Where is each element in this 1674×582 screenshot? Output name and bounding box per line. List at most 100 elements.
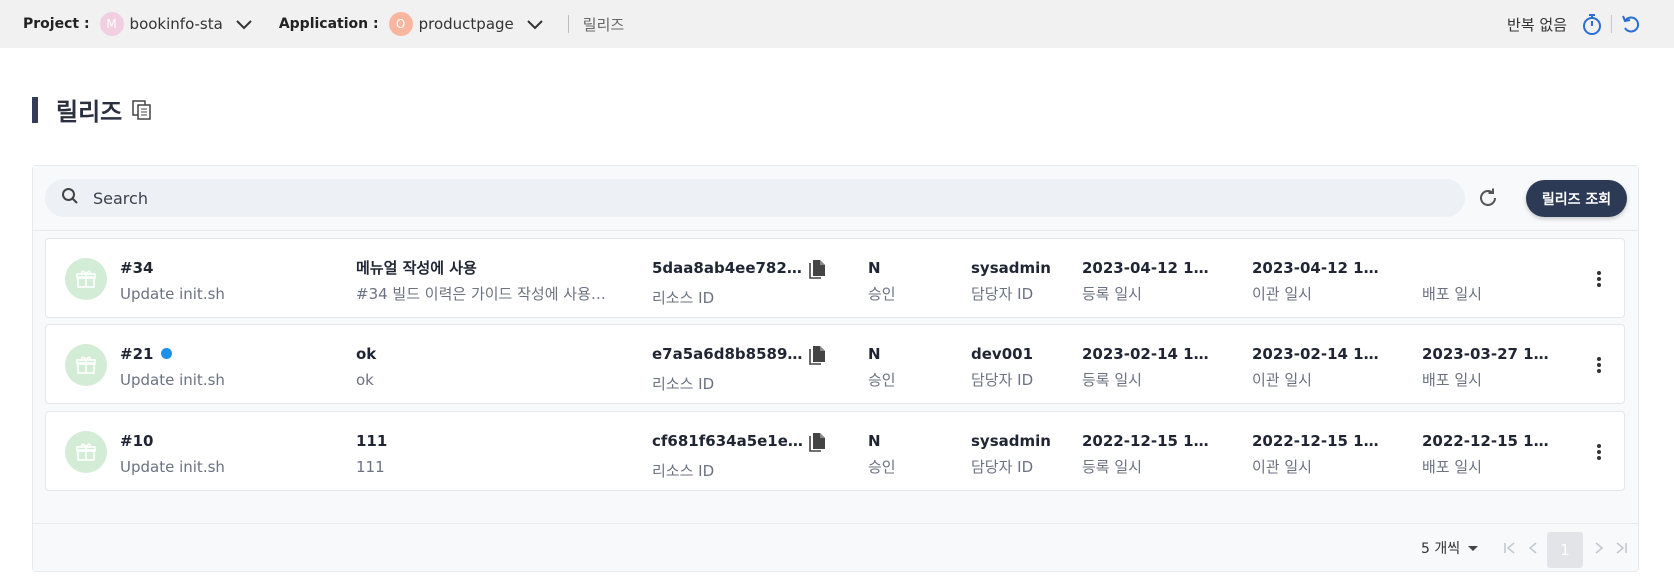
repeat-setting[interactable]: 반복 없음 — [1507, 14, 1567, 35]
copy-icon[interactable] — [806, 344, 828, 368]
project-select[interactable]: bookinfo-sta — [130, 15, 223, 33]
search-input[interactable] — [93, 188, 1393, 208]
project-avatar: M — [99, 12, 124, 36]
transferred-date: 2023-02-14 16:0··· — [1252, 345, 1387, 363]
resource-id-cell: e7a5a6d8b8589ebb··· 리소스 ID — [652, 343, 827, 395]
transferred-label: 이관 일시 — [1252, 371, 1312, 389]
release-number[interactable]: #10 — [120, 432, 153, 450]
approval-status-cell: N 승인 — [868, 343, 928, 391]
commit-message: Update init.sh — [120, 371, 225, 389]
prev-page-icon[interactable] — [1523, 538, 1543, 558]
timer-icon[interactable] — [1579, 11, 1605, 37]
release-title: 111 — [356, 432, 388, 450]
owner-label: 담당자 ID — [971, 285, 1034, 303]
copy-icon[interactable] — [806, 431, 828, 455]
release-number[interactable]: #34 — [120, 259, 153, 277]
transferred-label: 이관 일시 — [1252, 458, 1312, 476]
deployed-label: 배포 일시 — [1422, 285, 1482, 303]
release-title-cell: 111 111 — [356, 430, 611, 478]
release-description: 111 — [356, 458, 385, 476]
owner-id: sysadmin — [971, 259, 1051, 277]
more-options-icon[interactable] — [1590, 353, 1608, 377]
application-select[interactable]: productpage — [419, 15, 514, 33]
per-page-select[interactable]: 5 개씩 — [1421, 538, 1479, 558]
refresh-icon[interactable] — [1475, 185, 1501, 211]
resource-id: cf681f634a5e1ea44··· — [652, 432, 807, 450]
release-description: #34 빌드 이력은 가이드 작성에 사용한 ··· — [356, 285, 611, 303]
resource-id-label: 리소스 ID — [652, 375, 715, 393]
package-icon — [65, 431, 107, 473]
pagination: 5 개씩 1 — [33, 523, 1638, 571]
package-icon — [65, 344, 107, 386]
registered-date-cell: 2023-04-12 12:0··· 등록 일시 — [1082, 257, 1217, 305]
resource-id-label: 리소스 ID — [652, 289, 715, 307]
approval-status: N — [868, 432, 881, 450]
deployed-label: 배포 일시 — [1422, 458, 1482, 476]
divider — [567, 15, 569, 33]
release-title-cell: 메뉴얼 작성에 사용 #34 빌드 이력은 가이드 작성에 사용한 ··· — [356, 257, 611, 305]
release-title: ok — [356, 345, 377, 363]
per-page-label: 5 개씩 — [1421, 541, 1461, 557]
transferred-date-cell: 2023-04-12 12:0··· 이관 일시 — [1252, 257, 1387, 305]
release-id-cell: #10 Update init.sh — [120, 430, 320, 478]
approval-status-cell: N 승인 — [868, 257, 928, 305]
search-box — [45, 179, 1465, 217]
deployed-date — [1422, 257, 1557, 279]
release-row[interactable]: #21 Update init.sh ok ok e7a5a6d8b8589ebb···… — [45, 324, 1625, 404]
search-bar: 릴리즈 조회 — [33, 166, 1638, 231]
registered-date: 2022-12-15 17:3··· — [1082, 432, 1217, 450]
transferred-date: 2022-12-15 17:3··· — [1252, 432, 1387, 450]
resource-id: e7a5a6d8b8589ebb··· — [652, 345, 807, 363]
caret-down-icon — [1468, 545, 1479, 551]
chevron-down-icon[interactable] — [231, 11, 257, 37]
registered-label: 등록 일시 — [1082, 285, 1142, 303]
copy-icon[interactable] — [806, 258, 828, 282]
chevron-down-icon[interactable] — [522, 11, 548, 37]
project-label: Project : — [23, 16, 90, 32]
release-title: 메뉴얼 작성에 사용 — [356, 259, 477, 277]
approval-status: N — [868, 259, 881, 277]
registered-date: 2023-04-12 12:0··· — [1082, 259, 1217, 277]
release-query-button[interactable]: 릴리즈 조회 — [1526, 180, 1627, 217]
last-page-icon[interactable] — [1611, 538, 1631, 558]
divider — [1611, 15, 1612, 33]
deployed-date: 2022-12-15 17:4··· — [1422, 432, 1557, 450]
release-panel: 릴리즈 조회 #34 Update init.sh 메뉴얼 작성에 사용 #34 빌드… — [32, 165, 1639, 572]
registered-label: 등록 일시 — [1082, 458, 1142, 476]
breadcrumb: 릴리즈 — [582, 15, 625, 34]
page-header: 릴리즈 — [32, 92, 154, 127]
commit-message: Update init.sh — [120, 458, 225, 476]
owner-id: sysadmin — [971, 432, 1051, 450]
deployed-date: 2023-03-27 15:1··· — [1422, 345, 1557, 363]
registered-date: 2023-02-14 16:0··· — [1082, 345, 1217, 363]
page-number-current[interactable]: 1 — [1547, 532, 1583, 568]
owner-label: 담당자 ID — [971, 458, 1034, 476]
first-page-icon[interactable] — [1500, 538, 1520, 558]
application-avatar: O — [388, 12, 413, 36]
approval-status-cell: N 승인 — [868, 430, 928, 478]
owner-id-cell: sysadmin 담당자 ID — [971, 257, 1071, 305]
resource-id-label: 리소스 ID — [652, 462, 715, 480]
commit-message: Update init.sh — [120, 285, 225, 303]
owner-id: dev001 — [971, 345, 1033, 363]
release-row[interactable]: #34 Update init.sh 메뉴얼 작성에 사용 #34 빌드 이력은 가이… — [45, 238, 1625, 318]
release-number[interactable]: #21 — [120, 345, 153, 363]
registered-label: 등록 일시 — [1082, 371, 1142, 389]
undo-icon[interactable] — [1618, 11, 1644, 37]
topbar-actions: 반복 없음 — [1507, 0, 1674, 48]
resource-id: 5daa8ab4ee78265a··· — [652, 259, 807, 277]
top-bar: Project : M bookinfo-sta Application : O… — [0, 0, 1674, 48]
release-row[interactable]: #10Update init.sh111111cf681f634a5e1ea44… — [45, 411, 1625, 491]
release-id-cell: #21 Update init.sh — [120, 343, 320, 391]
owner-id-cell: sysadmin 담당자 ID — [971, 430, 1071, 478]
more-options-icon[interactable] — [1590, 267, 1608, 291]
transferred-label: 이관 일시 — [1252, 285, 1312, 303]
status-dot — [161, 348, 173, 359]
next-page-icon[interactable] — [1589, 538, 1609, 558]
registered-date-cell: 2022-12-15 17:3··· 등록 일시 — [1082, 430, 1217, 478]
more-options-icon[interactable] — [1590, 440, 1608, 464]
release-title-cell: ok ok — [356, 343, 611, 391]
document-copy-icon[interactable] — [130, 98, 154, 122]
release-id-cell: #34 Update init.sh — [120, 257, 320, 305]
release-description: ok — [356, 371, 374, 389]
